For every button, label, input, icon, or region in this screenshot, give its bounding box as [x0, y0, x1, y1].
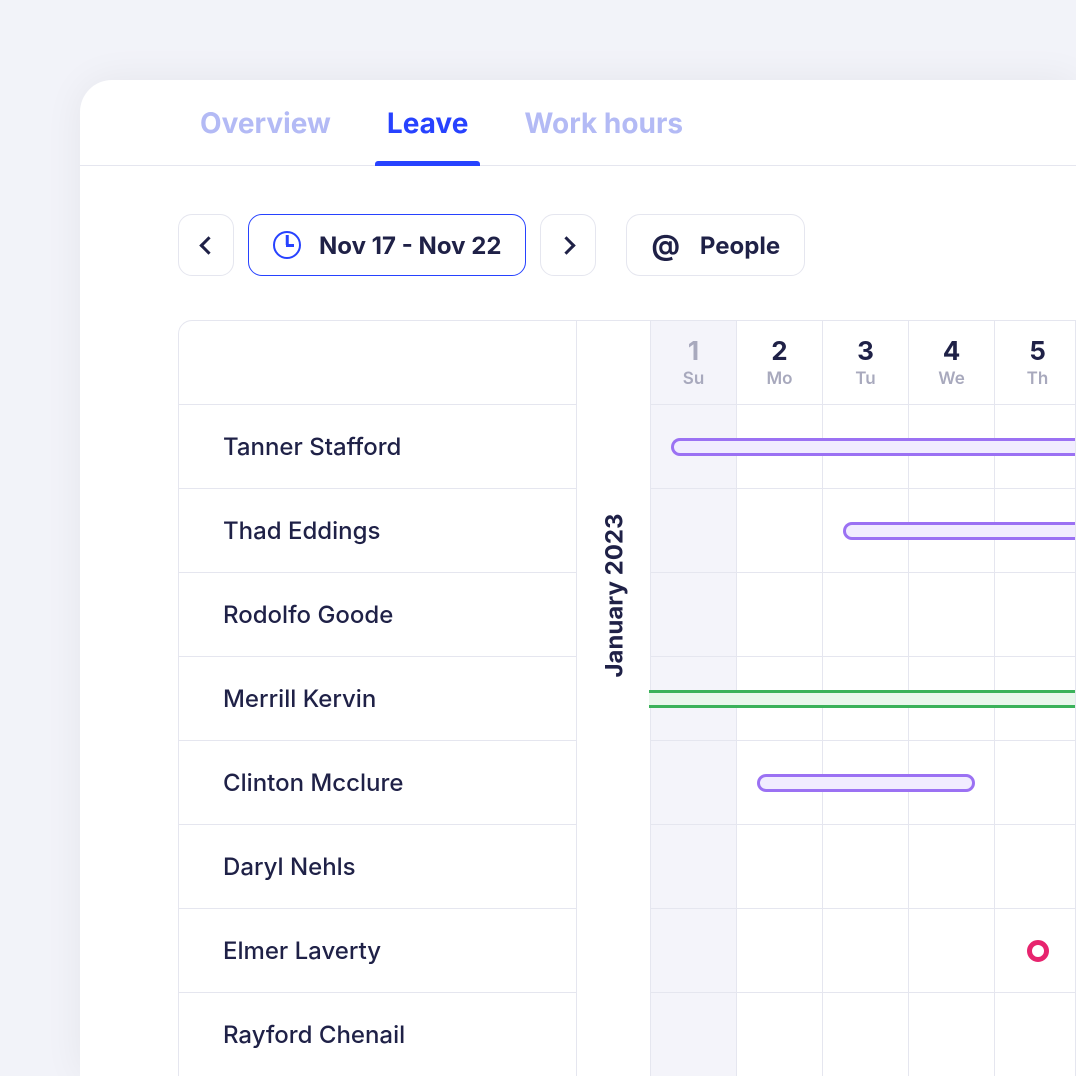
day-number: 4	[943, 336, 961, 367]
schedule-row	[651, 657, 1076, 741]
day-column-header[interactable]: 4We	[909, 321, 995, 404]
day-cell[interactable]	[651, 741, 737, 824]
schedule-row	[651, 489, 1076, 573]
day-number: 2	[771, 336, 787, 367]
people-row[interactable]: Merrill Kervin	[179, 657, 577, 741]
leave-bar[interactable]	[843, 522, 1076, 540]
day-column-header[interactable]: 5Th	[995, 321, 1076, 404]
day-cell[interactable]	[909, 993, 995, 1076]
day-cell[interactable]	[823, 573, 909, 656]
next-range-button[interactable]	[540, 214, 596, 276]
schedule-grid: Tanner StaffordThad EddingsRodolfo Goode…	[178, 320, 1076, 1076]
schedule-row	[651, 405, 1076, 489]
day-of-week: We	[938, 369, 965, 389]
day-of-week: Su	[683, 369, 704, 389]
leave-dot[interactable]	[1027, 940, 1049, 962]
toolbar: Nov 17 - Nov 22 @ People	[80, 166, 1076, 276]
day-cell[interactable]	[823, 909, 909, 992]
people-filter-button[interactable]: @ People	[626, 214, 805, 276]
day-cell[interactable]	[995, 741, 1076, 824]
day-cell[interactable]	[737, 825, 823, 908]
people-row[interactable]: Rayford Chenail	[179, 993, 577, 1076]
day-cell[interactable]	[651, 825, 737, 908]
day-column-header[interactable]: 2Mo	[737, 321, 823, 404]
at-icon: @	[651, 228, 679, 262]
date-range-button[interactable]: Nov 17 - Nov 22	[248, 214, 526, 276]
chevron-right-icon	[557, 236, 575, 254]
leave-app: Overview Leave Work hours Nov 17 - Nov 2…	[80, 80, 1076, 1076]
schedule-row	[651, 909, 1076, 993]
people-column: Tanner StaffordThad EddingsRodolfo Goode…	[179, 321, 577, 1076]
schedule-row	[651, 573, 1076, 657]
chevron-left-icon	[199, 236, 217, 254]
people-filter-label: People	[700, 231, 780, 260]
schedule-row	[651, 993, 1076, 1076]
clock-icon	[273, 231, 301, 259]
schedule-row	[651, 825, 1076, 909]
day-cell[interactable]	[651, 489, 737, 572]
people-row[interactable]: Elmer Laverty	[179, 909, 577, 993]
day-cell[interactable]	[823, 825, 909, 908]
days-area: 1Su2Mo3Tu4We5Th	[651, 321, 1076, 1076]
day-of-week: Mo	[766, 369, 792, 389]
day-cell[interactable]	[651, 993, 737, 1076]
day-cell[interactable]	[995, 825, 1076, 908]
people-column-header	[179, 321, 577, 405]
people-row[interactable]: Rodolfo Goode	[179, 573, 577, 657]
days-body	[651, 405, 1076, 1076]
people-row[interactable]: Clinton Mcclure	[179, 741, 577, 825]
day-number: 5	[1029, 336, 1046, 367]
leave-bar[interactable]	[671, 438, 1076, 456]
tab-leave[interactable]: Leave	[387, 80, 469, 165]
day-cell[interactable]	[651, 573, 737, 656]
tab-overview[interactable]: Overview	[200, 80, 331, 165]
day-column-header[interactable]: 1Su	[651, 321, 737, 404]
day-of-week: Th	[1027, 369, 1049, 389]
tabs: Overview Leave Work hours	[80, 80, 1076, 166]
month-column: January 2023	[577, 321, 651, 1076]
month-label: January 2023	[599, 514, 628, 678]
day-cell[interactable]	[909, 825, 995, 908]
day-cell[interactable]	[651, 909, 737, 992]
day-cell[interactable]	[995, 573, 1076, 656]
schedule-row	[651, 741, 1076, 825]
day-cell[interactable]	[823, 993, 909, 1076]
tab-work-hours[interactable]: Work hours	[524, 80, 683, 165]
day-cell[interactable]	[737, 909, 823, 992]
people-row[interactable]: Thad Eddings	[179, 489, 577, 573]
day-cell[interactable]	[737, 573, 823, 656]
day-cell[interactable]	[909, 909, 995, 992]
day-cell[interactable]	[909, 573, 995, 656]
leave-bar[interactable]	[757, 774, 975, 792]
days-header: 1Su2Mo3Tu4We5Th	[651, 321, 1076, 405]
day-column-header[interactable]: 3Tu	[823, 321, 909, 404]
day-cell[interactable]	[995, 993, 1076, 1076]
day-of-week: Tu	[855, 369, 875, 389]
day-number: 1	[688, 336, 699, 367]
leave-bar[interactable]	[649, 690, 1076, 708]
day-cell[interactable]	[737, 489, 823, 572]
people-row[interactable]: Tanner Stafford	[179, 405, 577, 489]
day-cell[interactable]	[737, 993, 823, 1076]
date-range-label: Nov 17 - Nov 22	[319, 231, 501, 260]
day-number: 3	[857, 336, 874, 367]
people-row[interactable]: Daryl Nehls	[179, 825, 577, 909]
prev-range-button[interactable]	[178, 214, 234, 276]
